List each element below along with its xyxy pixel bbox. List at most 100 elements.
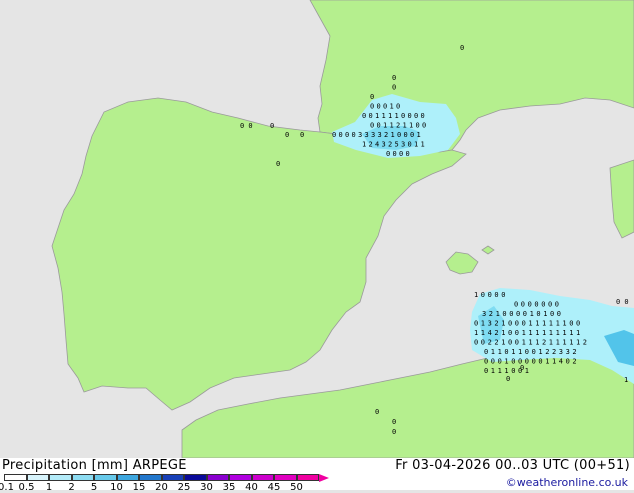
rain-value: 0 [484,358,488,366]
isolated-rain-value: 0 [375,408,379,416]
rain-value: 0 [498,358,502,366]
rain-value: 3 [382,141,386,149]
rain-value: 0 [370,93,374,101]
colorbar-segment [94,474,117,481]
rain-value: 0 [401,112,405,120]
rain-value: 2 [369,141,373,149]
colorbar-segment [184,474,207,481]
rain-value: 0 [511,367,515,375]
rain-value: 1 [395,112,399,120]
rain-value: 3 [401,141,405,149]
rain-value: 1 [375,112,379,120]
colorbar-segment [251,474,274,481]
rain-value: 1 [576,339,580,347]
rain-value: 3 [378,131,382,139]
rain-value: 1 [501,339,505,347]
colorbar-segment [161,474,184,481]
rain-value: 0 [421,112,425,120]
rain-value: 0 [516,310,520,318]
rain-value: 0 [502,310,506,318]
rain-value: 0 [511,358,515,366]
rain-value: 1 [518,348,522,356]
colorbar-segment [296,474,319,481]
rain-value: 1 [528,329,532,337]
rain-value: 1 [414,141,418,149]
colorbar-label: 5 [90,482,98,493]
rain-value: 1 [481,320,485,328]
colorbar-label: 50 [290,482,303,493]
rain-value: 1 [491,348,495,356]
rain-value: 1 [511,348,515,356]
rain-value: 0 [508,339,512,347]
rain-value: 1 [491,367,495,375]
rain-value: 0 [515,329,519,337]
rain-value: 1 [504,358,508,366]
rain-value: 0 [408,141,412,149]
colorbar-segment [139,474,162,481]
rain-value: 0 [491,358,495,366]
rain-value: 4 [488,329,492,337]
rain-value: 0 [494,291,498,299]
credit-link[interactable]: ©weatheronline.co.uk [506,476,628,489]
rain-value: 0 [422,122,426,130]
rain-value: 1 [528,339,532,347]
rain-value: 1 [362,141,366,149]
colorbar-label: 20 [155,482,168,493]
rain-value: 0 [392,84,396,92]
rain-value: 0 [534,301,538,309]
rain-value: 4 [559,358,563,366]
rain-value: 1 [409,122,413,130]
rain-value: 1 [552,358,556,366]
rain-value: 1 [542,329,546,337]
colorbar-label: 25 [177,482,191,493]
rain-value: 0 [392,74,396,82]
rain-value: 0 [362,112,366,120]
rain-value: 1 [501,329,505,337]
map-title: Precipitation [mm] ARPEGE [2,458,187,473]
rain-value: 0 [488,291,492,299]
rain-value: 0 [525,348,529,356]
rain-value: 0 [484,348,488,356]
rain-value: 0 [504,348,508,356]
isolated-rain-value: 0 [460,44,464,52]
rain-value: 0 [410,131,414,139]
rain-value: 2 [388,141,392,149]
rain-value: 1 [421,141,425,149]
rain-value: 0 [515,339,519,347]
rain-value: 0 [396,103,400,111]
rain-value: 0 [370,103,374,111]
colorbar-segment [274,474,297,481]
legend-bar: Precipitation [mm] ARPEGE Fr 03-04-2026 … [0,458,634,493]
rain-value: 0 [555,301,559,309]
rain-value: 0 [538,358,542,366]
rain-value: 3 [566,348,570,356]
rain-value: 1 [576,329,580,337]
colorbar-label: 2 [68,482,75,493]
rain-value: 1 [562,320,566,328]
rain-value: 1 [403,122,407,130]
rain-value: 1 [549,320,553,328]
isolated-rain-value: 0 [506,375,510,383]
rain-value: 0 [557,310,561,318]
rain-value: 2 [384,131,388,139]
rain-value: 1 [530,310,534,318]
rain-value: 1 [498,348,502,356]
rain-value: 0 [352,131,356,139]
isolated-rain-value: 0 [285,131,289,139]
precipitation-map: 0000 0 0 1 00 0 1 1 1 1 0 0 0 00 0 1 1 2 1 1 0 00 0 0 0 3 3 3 3 2 1 0 0 0… [0,0,634,458]
rain-value: 0 [508,320,512,328]
rain-value: 2 [542,339,546,347]
colorbar-segment [116,474,139,481]
rain-value: 0 [523,310,527,318]
rain-value: 0 [383,103,387,111]
rain-value: 1 [538,348,542,356]
rain-value: 0 [536,310,540,318]
rain-value: 0 [569,320,573,328]
rain-value: 1 [528,320,532,328]
colorbar-label: 15 [132,482,146,493]
rain-value: 2 [572,358,576,366]
rain-value: 0 [404,131,408,139]
rain-value: 3 [559,348,563,356]
rain-value: 0 [377,103,381,111]
rain-value: 0 [550,310,554,318]
